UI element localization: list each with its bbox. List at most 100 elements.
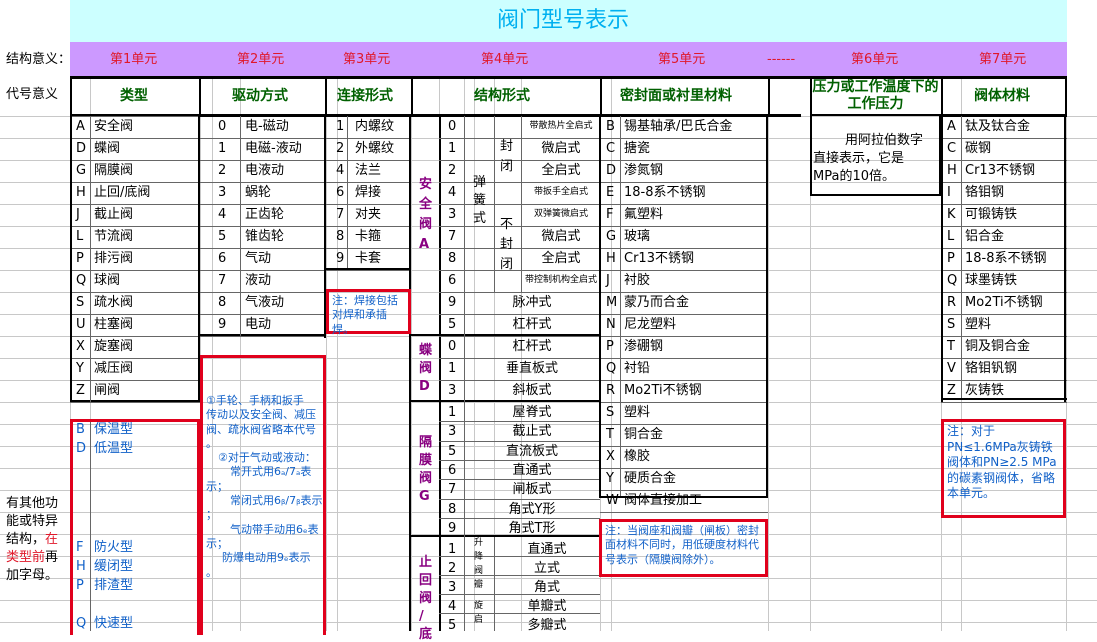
seal-note: 注：当阀座和阀瓣（闸板）密封面材料不同时，用低硬度材料代号表示（隔膜阀除外）。 — [599, 519, 768, 577]
type-name: 旋塞阀 — [94, 339, 134, 354]
seal-name: 橡胶 — [624, 449, 651, 464]
spring-label: 式 — [473, 211, 487, 226]
col-border — [90, 116, 91, 402]
body-note: 注：对于PN≤1.6MPa灰铸铁阀体和PN≥2.5 MPa的碳素钢阀体，省略本单… — [941, 419, 1066, 518]
diaphragm-valve-label: 隔 — [419, 435, 433, 450]
unit-4: 第4单元 — [481, 52, 529, 67]
type-code: D — [76, 141, 87, 156]
connection-code: 8 — [336, 229, 345, 244]
row-border — [941, 270, 1067, 271]
drive-note-line: 示； — [206, 536, 228, 550]
row-border — [941, 358, 1067, 359]
drive-code: 8 — [218, 295, 227, 310]
row-border — [326, 226, 411, 227]
seal-name: 衬胶 — [624, 273, 651, 288]
type-name: 减压阀 — [94, 361, 134, 376]
sealed-label: 封 — [500, 139, 514, 154]
safety-valve-label: 安 — [419, 177, 433, 192]
body-name: 塑料 — [965, 317, 992, 332]
seal-code: C — [606, 141, 616, 156]
swing-label: 旋 — [474, 601, 484, 611]
butterfly-valve-label: 蝶 — [419, 343, 433, 358]
header-seal: 密封面或衬里材料 — [620, 88, 732, 104]
check-name: 角式 — [533, 580, 560, 595]
row-border — [600, 226, 768, 227]
body-code: H — [947, 163, 957, 178]
type-name: 止回/底阀 — [94, 185, 151, 200]
connection-name: 对夹 — [355, 207, 382, 222]
safety-name: 双弹簧微启式 — [533, 209, 588, 219]
seal-code: J — [606, 273, 610, 288]
safety-valve-label: 全 — [419, 197, 433, 212]
type-name: 安全阀 — [94, 119, 134, 134]
drive-code: 2 — [218, 163, 227, 178]
row-border — [941, 138, 1067, 139]
row-border — [600, 182, 768, 183]
col-border — [347, 116, 348, 268]
diaphragm-valve-label: G — [419, 489, 430, 504]
seal-code: D — [606, 163, 617, 178]
safety-valve-label: A — [419, 237, 430, 252]
page-title: 阀门型号表示 — [497, 8, 630, 33]
safety-name: 脉冲式 — [512, 295, 552, 310]
body-code: R — [947, 295, 957, 310]
safety-code: 7 — [448, 229, 457, 244]
seal-name: Cr13不锈钢 — [624, 251, 694, 266]
check-code: 5 — [448, 618, 457, 633]
diaphragm-name: 直通式 — [512, 462, 552, 478]
col-border — [240, 116, 241, 336]
body-name: 铬钼钢 — [965, 185, 1005, 200]
drive-note-line: ②对于气动或液动： — [218, 451, 316, 465]
row-border — [600, 468, 768, 469]
type-code: S — [76, 295, 85, 310]
seal-name: 硬质合金 — [624, 471, 677, 486]
drive-code: 6 — [218, 251, 227, 266]
col-border — [70, 116, 72, 402]
connection-name: 卡箍 — [355, 229, 382, 244]
body-name: Cr13不锈钢 — [965, 163, 1035, 178]
drive-name: 电液动 — [245, 163, 285, 178]
header-divider — [1065, 76, 1067, 116]
connection-code: 9 — [336, 251, 345, 266]
check-code: 2 — [448, 561, 457, 576]
seal-name: 氟塑料 — [624, 207, 664, 222]
header-body: 阀体材料 — [974, 88, 1030, 104]
drive-name: 电动 — [245, 317, 272, 332]
check-code: 4 — [448, 599, 457, 614]
drive-name: 蜗轮 — [245, 185, 272, 200]
drive-note-line: 气动带手动用6ₑ表 — [230, 522, 319, 536]
row-label-structure: 结构意义： — [6, 52, 72, 67]
row-border — [200, 314, 326, 315]
diaphragm-code: 7 — [448, 482, 457, 498]
safety-name: 杠杆式 — [512, 317, 552, 332]
check-name: 多瓣式 — [527, 618, 567, 633]
header-divider — [810, 76, 812, 116]
drive-name: 电磁-液动 — [245, 141, 302, 156]
unit-3: 第3单元 — [343, 52, 391, 67]
sheet-gridline-col — [768, 76, 769, 631]
drive-code: 3 — [218, 185, 227, 200]
row-border — [600, 248, 768, 249]
unsealed-label: 不 — [500, 217, 514, 232]
safety-code: 9 — [448, 295, 457, 310]
body-name: 可锻铸铁 — [965, 207, 1018, 222]
seal-code: S — [606, 405, 615, 420]
drive-name: 气动 — [245, 251, 272, 266]
row-border — [600, 380, 768, 381]
diaphragm-code: 3 — [448, 424, 457, 440]
drive-note-line: 传动以及安全阀、减压 — [206, 408, 316, 422]
row-border — [600, 314, 768, 315]
drive-note-line: 。 — [206, 565, 217, 579]
type-name: 隔膜阀 — [94, 163, 134, 178]
type-name: 疏水阀 — [94, 295, 134, 310]
type-name: 柱塞阀 — [94, 317, 134, 332]
col-border — [766, 116, 768, 498]
row-border — [941, 314, 1067, 315]
type-code: P — [76, 251, 84, 266]
row-border — [941, 336, 1067, 337]
body-name: Mo2Ti不锈钢 — [965, 295, 1043, 310]
body-code: C — [947, 141, 957, 156]
check-valve-label: 阀 — [419, 591, 433, 606]
row-border — [70, 402, 200, 403]
drive-code: 0 — [218, 119, 227, 134]
